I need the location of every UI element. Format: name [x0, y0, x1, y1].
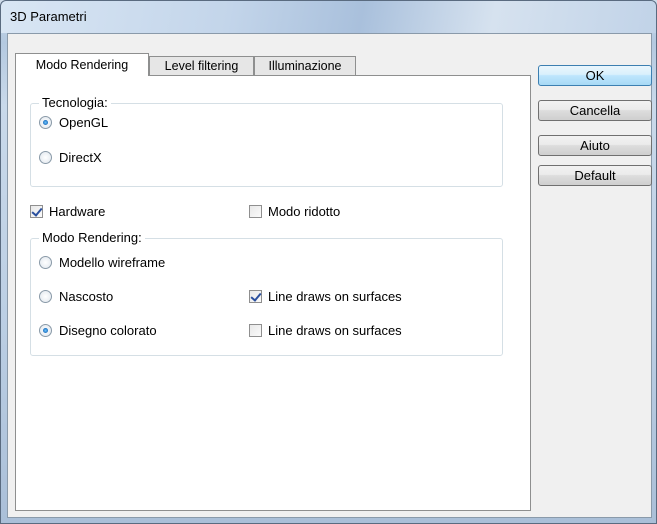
radio-directx-label: DirectX — [59, 150, 102, 165]
radio-button[interactable] — [39, 256, 52, 269]
checkbox[interactable] — [249, 205, 262, 218]
radio-opengl-label: OpenGL — [59, 115, 109, 130]
checkbox-hardware-label: Hardware — [49, 204, 106, 219]
checkbox[interactable] — [249, 290, 262, 303]
window-title: 3D Parametri — [10, 9, 87, 24]
checkbox-line-draws-2[interactable]: Line draws on surfaces — [249, 323, 402, 338]
radio-button[interactable] — [39, 151, 52, 164]
title-bar[interactable]: 3D Parametri — [1, 1, 656, 33]
checkbox-hardware[interactable]: Hardware — [30, 204, 105, 219]
checkbox[interactable] — [249, 324, 262, 337]
radio-button[interactable] — [39, 324, 52, 337]
radio-nascosto-label: Nascosto — [59, 289, 114, 304]
checkbox-modo-ridotto-label: Modo ridotto — [268, 204, 341, 219]
checkbox-line-draws-1-label: Line draws on surfaces — [268, 289, 402, 304]
tab-level-filtering[interactable]: Level filtering — [149, 56, 254, 75]
checkbox-line-draws-1[interactable]: Line draws on surfaces — [249, 289, 402, 304]
group-modo-rendering: Modo Rendering: Modello wireframe Nascos… — [30, 230, 503, 356]
radio-directx[interactable]: DirectX — [39, 150, 102, 165]
tab-panel-modo-rendering: Tecnologia: OpenGL DirectX Hardware Modo… — [15, 75, 531, 511]
checkbox-modo-ridotto[interactable]: Modo ridotto — [249, 204, 340, 219]
tab-illuminazione[interactable]: Illuminazione — [254, 56, 356, 75]
radio-disegno-colorato-label: Disegno colorato — [59, 323, 157, 338]
checkbox-line-draws-2-label: Line draws on surfaces — [268, 323, 402, 338]
radio-opengl[interactable]: OpenGL — [39, 115, 108, 130]
radio-button[interactable] — [39, 116, 52, 129]
help-button[interactable]: Aiuto — [538, 135, 652, 156]
ok-button[interactable]: OK — [538, 65, 652, 86]
group-modo-rendering-label: Modo Rendering: — [39, 230, 145, 245]
radio-modello-wireframe[interactable]: Modello wireframe — [39, 255, 165, 270]
radio-disegno-colorato[interactable]: Disegno colorato — [39, 323, 157, 338]
group-tecnologia: Tecnologia: OpenGL DirectX — [30, 95, 503, 187]
radio-button[interactable] — [39, 290, 52, 303]
group-tecnologia-label: Tecnologia: — [39, 95, 111, 110]
default-button[interactable]: Default — [538, 165, 652, 186]
checkbox[interactable] — [30, 205, 43, 218]
dialog-client-area: Modo Rendering Level filtering Illuminaz… — [7, 33, 652, 518]
radio-nascosto[interactable]: Nascosto — [39, 289, 113, 304]
radio-modello-wireframe-label: Modello wireframe — [59, 255, 166, 270]
cancel-button[interactable]: Cancella — [538, 100, 652, 121]
dialog-window: 3D Parametri Modo Rendering Level filter… — [0, 0, 657, 524]
tab-modo-rendering[interactable]: Modo Rendering — [15, 53, 149, 76]
